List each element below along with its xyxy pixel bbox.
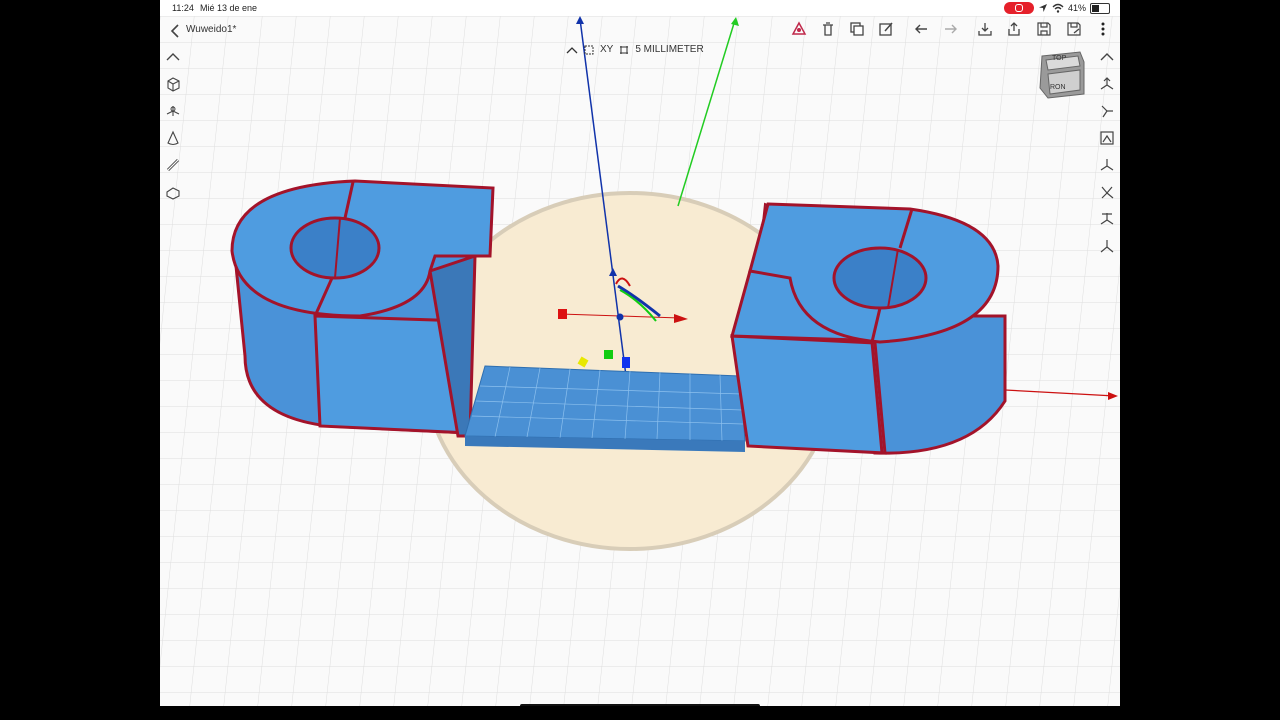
view-back-icon[interactable] [1096, 235, 1118, 257]
collapse-up-icon[interactable] [1096, 46, 1118, 68]
view-right-icon[interactable] [1096, 154, 1118, 176]
cone-icon[interactable] [162, 127, 184, 149]
trash-icon[interactable] [817, 18, 839, 40]
battery-percent: 41% [1067, 3, 1086, 13]
collapse-up-icon[interactable] [162, 46, 184, 68]
modify-icon[interactable] [162, 181, 184, 203]
ipad-screen: 11:24 Mié 13 de ene 41% Wuweido1* XY 5 M… [160, 0, 1120, 706]
view-front-icon[interactable] [1096, 100, 1118, 122]
view-cube-front-label: RON [1050, 84, 1066, 91]
status-bar: 11:24 Mié 13 de ene 41% [160, 0, 1120, 16]
right-bracket[interactable] [730, 202, 1007, 455]
duplicate-icon[interactable] [846, 18, 868, 40]
grid-settings[interactable]: XY 5 MILLIMETER [566, 44, 704, 55]
chevron-up-icon[interactable] [566, 45, 578, 55]
location-icon [1038, 4, 1047, 12]
view-cube[interactable]: TOP RON [1036, 48, 1088, 102]
view-left-icon[interactable] [1096, 181, 1118, 203]
undo-icon[interactable] [910, 18, 932, 40]
pipe-icon[interactable] [162, 154, 184, 176]
selected-plate[interactable] [464, 365, 746, 452]
gizmo-z-handle [622, 357, 630, 368]
box-primitive-icon[interactable] [162, 73, 184, 95]
top-toolbar [788, 18, 1118, 42]
gizmo-y-handle [604, 350, 613, 359]
view-bottom-icon[interactable] [1096, 208, 1118, 230]
plane-icon [584, 45, 594, 54]
home-indicator [520, 704, 760, 706]
screen-record-icon [1003, 2, 1034, 14]
left-toolbar [162, 46, 186, 206]
save-as-icon[interactable] [1063, 18, 1085, 40]
redo-icon[interactable] [940, 18, 962, 40]
status-time: 11:24 [172, 3, 194, 13]
back-button[interactable] [164, 20, 186, 42]
gizmo-x-handle [558, 309, 567, 319]
more-icon[interactable] [1092, 18, 1114, 40]
grid-snap[interactable]: 5 MILLIMETER [635, 44, 703, 55]
sketch-icon[interactable] [162, 100, 184, 122]
document-title[interactable]: Wuweido1* [186, 24, 236, 35]
save-icon[interactable] [1033, 18, 1055, 40]
export-icon[interactable] [1003, 18, 1025, 40]
view-top-icon[interactable] [1096, 127, 1118, 149]
status-date: Mié 13 de ene [200, 3, 258, 13]
import-icon[interactable] [974, 18, 996, 40]
wifi-icon [1052, 3, 1064, 13]
left-bracket[interactable] [230, 179, 495, 438]
triad-icon[interactable] [788, 18, 810, 40]
3d-viewport[interactable] [160, 16, 1120, 706]
grid-plane[interactable]: XY [600, 44, 613, 55]
snap-icon [620, 45, 629, 54]
view-cube-top-label: TOP [1052, 55, 1067, 62]
right-toolbar [1096, 46, 1120, 256]
battery-icon [1090, 2, 1110, 14]
edit-icon[interactable] [875, 18, 897, 40]
view-iso-icon[interactable] [1096, 73, 1118, 95]
